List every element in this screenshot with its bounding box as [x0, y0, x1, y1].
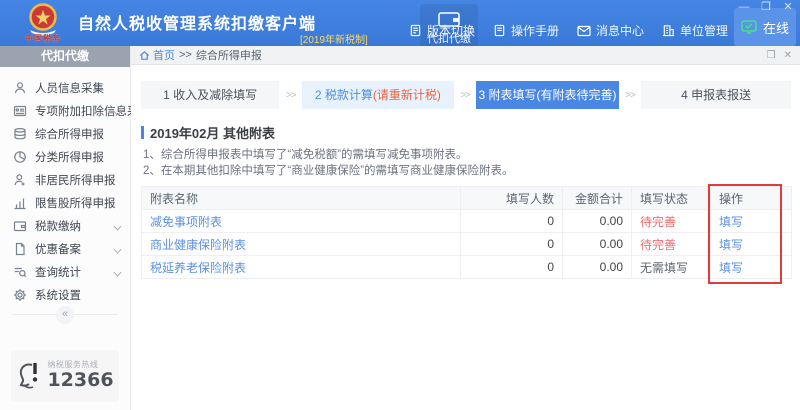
sidebar-item-special-deduction[interactable]: 专项附加扣除信息采集	[0, 99, 150, 122]
user-icon	[14, 81, 26, 93]
fill-action-link[interactable]: 填写	[719, 238, 743, 252]
form-link[interactable]: 商业健康保险附表	[150, 238, 246, 252]
building-icon	[662, 25, 675, 37]
bar-chart-icon	[14, 198, 26, 209]
attached-forms-table: 附表名称 填写人数 金额合计 填写状态 操作 减免事项附表 0 0.00 待完善	[141, 186, 792, 279]
titlebar: 自然人税收管理系统扣缴客户端 [2019年新税制] 代扣代缴 版本切换 操作手册…	[0, 0, 800, 49]
home-icon	[139, 50, 150, 60]
form-link[interactable]: 税延养老保险附表	[150, 261, 246, 275]
step-navigation: 1 收入及减除填写 >> 2 税款计算(请重新计税) >> 3 附表填写(有附表…	[141, 81, 791, 109]
layers-icon	[14, 127, 26, 139]
sidebar-item-system-settings[interactable]: 系统设置	[0, 283, 130, 306]
amount-cell: 0.00	[562, 255, 632, 279]
breadcrumb-separator: >>	[179, 49, 192, 61]
menu-item-manual[interactable]: 操作手册	[493, 22, 559, 39]
sidebar-item-preferential-filing[interactable]: 优惠备案	[0, 237, 130, 260]
wallet-icon	[13, 220, 27, 231]
table-row: 税延养老保险附表 0 0.00 无需填写 填写	[141, 255, 792, 279]
document-icon	[410, 24, 421, 37]
menu-item-unit-management[interactable]: 单位管理	[662, 22, 728, 39]
content-panel: 1 收入及减除填写 >> 2 税款计算(请重新计税) >> 3 附表填写(有附表…	[131, 65, 800, 284]
step-separator: >>	[285, 89, 297, 101]
col-fill-count: 填写人数	[460, 186, 563, 210]
step-1-income[interactable]: 1 收入及减除填写	[141, 81, 280, 109]
card-list-icon	[13, 105, 27, 116]
step-separator: >>	[625, 89, 636, 101]
search-list-icon	[14, 267, 27, 277]
sidebar: 代扣代缴 人员信息采集 专项附加扣除信息采集 综合所得申报 分类所得申报 非居民…	[0, 46, 150, 410]
document-icon	[15, 242, 25, 255]
tab-restore-icon[interactable]: ❐	[767, 50, 776, 61]
fill-action-link[interactable]: 填写	[719, 261, 743, 275]
pie-chart-icon	[14, 150, 26, 163]
top-menu: 版本切换 操作手册 消息中心 单位管理	[409, 22, 728, 39]
chevron-down-icon	[113, 222, 122, 231]
step-separator: >>	[460, 89, 471, 101]
chevron-down-icon	[113, 245, 122, 254]
breadcrumb-current: 综合所得申报	[195, 50, 262, 62]
sidebar-item-restricted-shares[interactable]: 限售股所得申报	[0, 191, 130, 214]
gear-icon	[14, 288, 26, 301]
app-subtitle: [2019年新税制]	[300, 35, 368, 46]
attached-forms-table-wrap: 附表名称 填写人数 金额合计 填写状态 操作 减免事项附表 0 0.00 待完善	[141, 184, 792, 284]
note-line: 1、综合所得申报表中填写了“减免税额”的需填写减免事项附表。	[143, 149, 468, 161]
chevron-down-icon	[113, 268, 122, 277]
online-status-button[interactable]: 在线	[734, 8, 796, 46]
app-title: 自然人税收管理系统扣缴客户端	[78, 16, 317, 33]
restore-button[interactable]: ❐	[760, 1, 772, 13]
menu-item-version-switch[interactable]: 版本切换	[409, 22, 475, 39]
tab-controls: ❐ ✕	[767, 50, 792, 61]
col-amount-total: 金额合计	[562, 186, 632, 210]
sidebar-collapse-button[interactable]: «	[56, 306, 74, 324]
sidebar-divider: «	[12, 306, 118, 324]
hotline-badge: 纳税服务热线 12366	[11, 350, 119, 402]
envelope-icon	[577, 25, 591, 36]
breadcrumb-home[interactable]: 首页	[139, 47, 175, 63]
table-header-row: 附表名称 填写人数 金额合计 填写状态 操作	[141, 186, 792, 210]
sidebar-item-personnel-info[interactable]: 人员信息采集	[0, 76, 130, 99]
menu-item-message-center[interactable]: 消息中心	[577, 22, 644, 39]
amount-cell: 0.00	[562, 209, 632, 233]
col-action: 操作	[710, 186, 792, 210]
close-button[interactable]: ✕	[782, 1, 794, 13]
status-cell: 待完善	[631, 232, 711, 256]
fill-count-cell: 0	[460, 255, 563, 279]
fill-action-link[interactable]: 填写	[719, 215, 743, 229]
app-window: 自然人税收管理系统扣缴客户端 [2019年新税制] 代扣代缴 版本切换 操作手册…	[0, 0, 800, 410]
status-cell: 无需填写	[631, 255, 711, 279]
note-line: 2、在本期其他扣除中填写了“商业健康保险”的需填写商业健康保险附表。	[143, 165, 514, 177]
online-monitor-icon	[741, 20, 757, 34]
sidebar-items: 人员信息采集 专项附加扣除信息采集 综合所得申报 分类所得申报 非居民所得申报 …	[0, 76, 150, 306]
sidebar-item-comprehensive-income[interactable]: 综合所得申报	[0, 122, 130, 145]
title-accent-bar	[141, 126, 144, 139]
main-area: 首页 >> 综合所得申报 ❐ ✕ 1 收入及减除填写 >> 2 税款计算(请重新…	[131, 46, 800, 410]
minimize-button[interactable]: —	[738, 1, 750, 13]
tab-close-icon[interactable]: ✕	[784, 50, 792, 61]
sidebar-item-query-statistics[interactable]: 查询统计	[0, 260, 130, 283]
period-title: 2019年02月 其他附表	[141, 123, 790, 142]
user-badge-icon	[14, 173, 25, 185]
step-2-tax-calculation[interactable]: 2 税款计算(请重新计税)	[302, 81, 454, 109]
sidebar-item-nonresident-income[interactable]: 非居民所得申报	[0, 168, 130, 191]
sidebar-header: 代扣代缴	[0, 46, 130, 67]
window-controls: — ❐ ✕	[738, 1, 794, 13]
sidebar-item-classified-income[interactable]: 分类所得申报	[0, 145, 130, 168]
table-row: 商业健康保险附表 0 0.00 待完善 填写	[141, 232, 792, 256]
sidebar-item-tax-payment[interactable]: 税款缴纳	[0, 214, 130, 237]
col-fill-status: 填写状态	[631, 186, 711, 210]
hotline-operator-icon	[20, 363, 38, 389]
hotline-number: 12366	[47, 368, 114, 391]
step-4-submit[interactable]: 4 申报表报送	[641, 81, 791, 109]
status-cell: 待完善	[631, 209, 711, 233]
table-row: 减免事项附表 0 0.00 待完善 填写	[141, 209, 792, 233]
breadcrumb: 首页 >> 综合所得申报 ❐ ✕	[131, 46, 800, 65]
fill-count-cell: 0	[460, 209, 563, 233]
form-link[interactable]: 减免事项附表	[150, 215, 222, 229]
step-3-attached-forms[interactable]: 3 附表填写(有附表待完善)	[476, 81, 619, 109]
manual-icon	[494, 24, 505, 37]
amount-cell: 0.00	[562, 232, 632, 256]
col-form-name: 附表名称	[141, 186, 461, 210]
fill-count-cell: 0	[460, 232, 563, 256]
notes: 1、综合所得申报表中填写了“减免税额”的需填写减免事项附表。 2、在本期其他扣除…	[141, 147, 790, 179]
